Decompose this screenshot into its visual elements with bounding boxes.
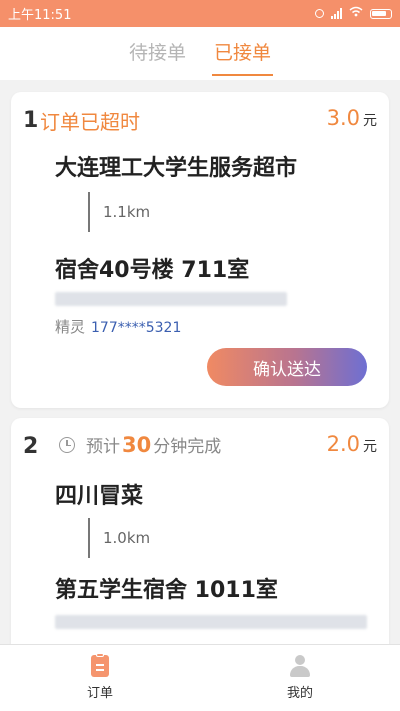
order-card[interactable]: 1 订单已超时 3.0 元 大连理工大学生服务超市 1.1km 宿舍40号楼 71… [11, 92, 389, 408]
distance: 1.1km [103, 203, 151, 221]
nav-label: 订单 [86, 686, 113, 701]
alarm-icon [315, 9, 324, 18]
price-unit: 元 [363, 113, 377, 129]
nav-orders[interactable]: 订单 [0, 645, 200, 711]
tab-accepted[interactable]: 已接单 [212, 27, 274, 80]
contact-info: 精灵 177****5321 [55, 316, 181, 337]
status-time: 上午11:51 [8, 8, 72, 23]
price-value: 2.0 [326, 432, 360, 456]
eta-suffix: 分钟完成 [153, 437, 222, 457]
tab-pending[interactable]: 待接单 [127, 27, 188, 80]
route-line [88, 192, 90, 232]
confirm-delivery-button[interactable]: 确认送达 [207, 348, 367, 386]
eta-prefix: 预计 [86, 437, 120, 457]
price-unit: 元 [363, 439, 377, 455]
destination: 宿舍40号楼 711室 [55, 258, 250, 283]
address-redacted [55, 292, 287, 306]
shop-name: 四川冒菜 [55, 484, 144, 509]
order-status: 订单已超时 [40, 110, 140, 134]
order-index: 1 [23, 108, 39, 133]
order-price: 2.0 元 [327, 432, 377, 456]
nav-label: 我的 [286, 686, 313, 701]
clock-icon [59, 436, 75, 453]
address-redacted [55, 615, 367, 629]
order-price: 3.0 元 [327, 106, 377, 130]
order-index: 2 [23, 434, 39, 459]
distance: 1.0km [103, 529, 151, 547]
bottom-nav: 订单 我的 [0, 644, 400, 711]
user-icon [289, 655, 311, 677]
battery-icon [370, 8, 392, 19]
wifi-icon [349, 6, 363, 21]
eta: 预计 30 分钟完成 [59, 432, 221, 457]
price-value: 3.0 [326, 106, 360, 130]
nav-profile[interactable]: 我的 [200, 645, 400, 711]
eta-minutes: 30 [122, 432, 152, 457]
shop-name: 大连理工大学生服务超市 [55, 156, 298, 181]
status-bar: 上午11:51 [0, 0, 400, 27]
clipboard-icon [91, 653, 109, 677]
signal-icon [331, 8, 342, 19]
route-line [88, 518, 90, 558]
destination: 第五学生宿舍 1011室 [55, 578, 278, 603]
order-list[interactable]: 1 订单已超时 3.0 元 大连理工大学生服务超市 1.1km 宿舍40号楼 71… [0, 80, 400, 644]
status-icons [315, 6, 392, 21]
order-card[interactable]: 2 预计 30 分钟完成 2.0 元 四川冒菜 1.0km 第五学生宿舍 1011… [11, 418, 389, 644]
order-tabs: 待接单 已接单 [0, 27, 400, 80]
contact-name: 精灵 [55, 318, 86, 336]
contact-phone[interactable]: 177****5321 [91, 320, 181, 336]
